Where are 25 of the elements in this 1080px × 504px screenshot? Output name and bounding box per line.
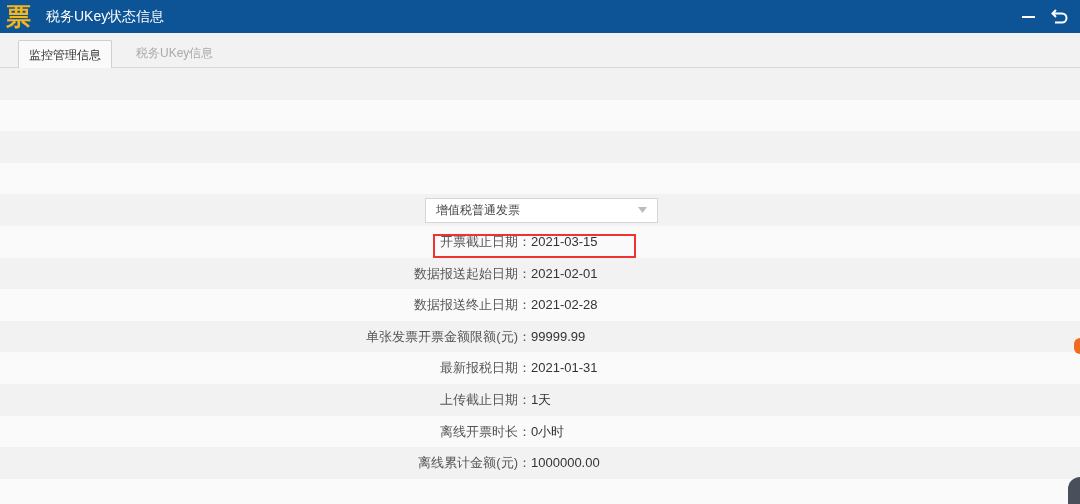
tab[interactable]: 监控管理信息 <box>18 40 112 68</box>
field-label: 单张发票开票金额限额(元)： <box>365 327 531 346</box>
invoice-type-dropdown[interactable]: 增值税普通发票 <box>425 197 658 223</box>
field-value: 99999.99 <box>531 327 586 346</box>
field-label: 最新报税日期： <box>439 359 531 378</box>
field-label: 上传截止日期： <box>439 391 531 409</box>
field-value: 2021-02-01 <box>531 264 598 283</box>
field-label: 离线开票时长： <box>439 422 531 441</box>
field-value: 1000000.00 <box>531 454 600 473</box>
window-title: 税务UKey状态信息 <box>46 7 165 26</box>
floating-round-button[interactable] <box>1068 477 1080 504</box>
field-label: 数据报送终止日期： <box>413 296 531 315</box>
side-tab-handle <box>1074 338 1080 354</box>
field-value: 0小时 <box>531 422 565 441</box>
return-arrow-icon <box>1050 8 1068 25</box>
field-value: 2021-03-15 <box>531 233 598 251</box>
field-label: 开票截止日期： <box>439 233 531 251</box>
app-logo: 票 <box>6 4 32 29</box>
field-value: 2021-02-28 <box>531 296 598 315</box>
field-value: 2021-01-31 <box>531 359 598 378</box>
field-value: 1天 <box>531 391 552 409</box>
field-label: 离线累计金额(元)： <box>417 454 531 473</box>
minimize-icon <box>1021 15 1035 18</box>
dropdown-caret-icon <box>638 207 647 214</box>
field-label: 数据报送起始日期： <box>413 264 531 283</box>
